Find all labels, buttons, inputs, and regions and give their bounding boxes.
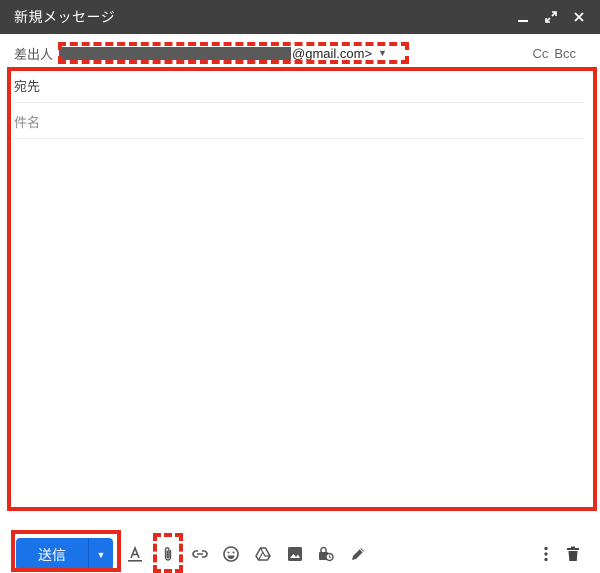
close-icon[interactable] xyxy=(572,10,586,24)
send-options-chevron-icon[interactable]: ▼ xyxy=(89,550,113,560)
signature-icon[interactable] xyxy=(348,544,368,564)
cc-bcc-links: Cc Bcc xyxy=(532,34,576,72)
cc-link[interactable]: Cc xyxy=(532,46,548,61)
link-icon[interactable] xyxy=(190,544,210,564)
send-button[interactable]: 送信 xyxy=(16,545,88,565)
minimize-icon[interactable] xyxy=(516,10,530,24)
redacted-email-local-part xyxy=(59,46,292,60)
subject-placeholder: 件名 xyxy=(14,114,41,130)
attach-icon[interactable] xyxy=(158,544,178,564)
to-field[interactable]: 宛先 xyxy=(14,68,584,103)
expand-icon[interactable] xyxy=(544,10,558,24)
window-title: 新規メッセージ xyxy=(14,9,116,25)
from-row: 差出人 @gmail.com> ▼ Cc Bcc xyxy=(0,34,600,72)
from-dropdown-chevron-icon[interactable]: ▼ xyxy=(378,48,387,58)
from-email-domain[interactable]: @gmail.com> xyxy=(292,46,372,61)
bcc-link[interactable]: Bcc xyxy=(554,46,576,61)
compose-titlebar[interactable]: 新規メッセージ xyxy=(0,0,600,34)
drive-icon[interactable] xyxy=(253,544,273,564)
emoji-icon[interactable] xyxy=(221,544,241,564)
compose-toolbar: 送信 ▼ xyxy=(0,530,600,573)
photo-icon[interactable] xyxy=(285,544,305,564)
compose-window: 新規メッセージ 差出人 @gmail.com> ▼ Cc Bcc 宛先 件名 送… xyxy=(0,0,600,573)
subject-field[interactable]: 件名 xyxy=(14,104,584,139)
to-label: 宛先 xyxy=(14,78,41,94)
send-button-group: 送信 ▼ xyxy=(16,538,113,571)
message-body[interactable] xyxy=(14,140,584,505)
format-text-icon[interactable] xyxy=(125,544,145,564)
window-controls xyxy=(516,0,586,34)
more-options-icon[interactable] xyxy=(536,544,556,564)
trash-icon[interactable] xyxy=(563,544,583,564)
from-label: 差出人 xyxy=(14,46,54,62)
confidential-icon[interactable] xyxy=(316,544,336,564)
